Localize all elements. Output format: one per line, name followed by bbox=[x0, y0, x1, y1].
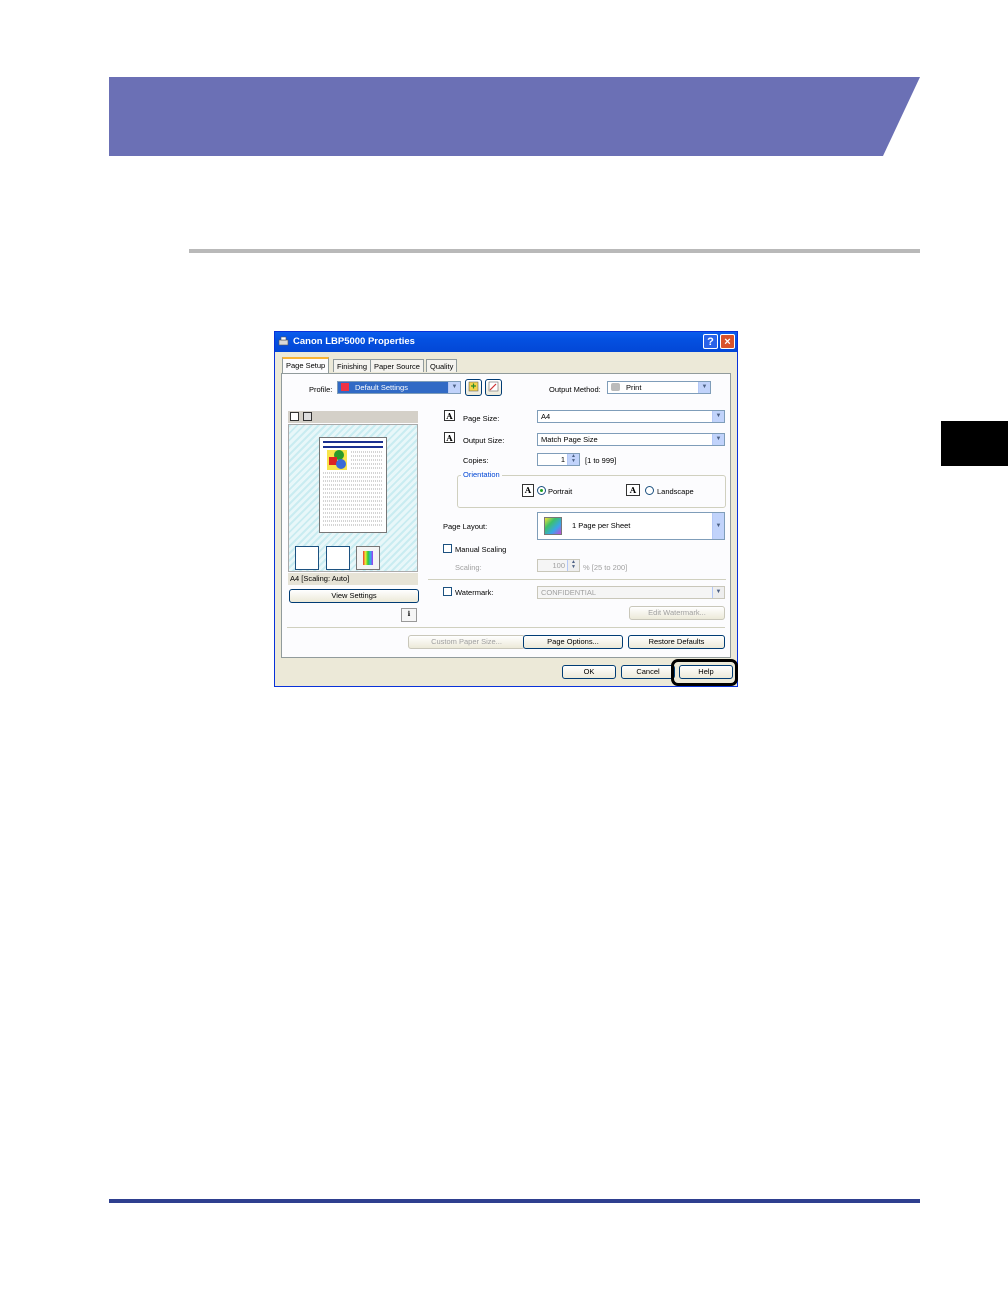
profile-label: Profile: bbox=[309, 385, 333, 394]
preview-toolbar bbox=[288, 411, 418, 423]
landscape-radio[interactable] bbox=[645, 486, 654, 495]
copies-label: Copies: bbox=[463, 456, 489, 465]
watermark-checkbox[interactable] bbox=[443, 587, 452, 596]
paper-stack-icon bbox=[295, 546, 319, 570]
output-size-icon: A bbox=[444, 432, 455, 443]
preview-page-image bbox=[319, 437, 387, 533]
pages-icon bbox=[326, 546, 350, 570]
output-size-value: Match Page Size bbox=[541, 435, 598, 444]
divider bbox=[287, 627, 725, 628]
printer-info-icon[interactable]: ℹ bbox=[401, 608, 417, 622]
page-preview bbox=[288, 424, 418, 572]
preview-caption: A4 [Scaling: Auto] bbox=[288, 573, 418, 585]
copies-stepper-icon[interactable]: ▲ ▼ bbox=[567, 454, 579, 465]
portrait-label: Portrait bbox=[548, 487, 573, 496]
landscape-icon: A bbox=[626, 484, 640, 496]
view-settings-button[interactable]: View Settings bbox=[289, 589, 419, 603]
help-button-highlight bbox=[671, 659, 738, 686]
output-method-label: Output Method: bbox=[549, 385, 601, 394]
landscape-label: Landscape bbox=[657, 487, 694, 496]
page-size-label: Page Size: bbox=[463, 414, 500, 423]
manual-scaling-checkbox[interactable] bbox=[443, 544, 452, 553]
section-header-banner bbox=[109, 77, 920, 156]
scaling-label: Scaling: bbox=[455, 563, 482, 572]
manual-scaling-label: Manual Scaling bbox=[455, 545, 507, 554]
chevron-down-icon: ▼ bbox=[712, 411, 724, 422]
output-method-value: Print bbox=[626, 383, 642, 392]
page-size-value: A4 bbox=[541, 412, 551, 421]
watermark-value: CONFIDENTIAL bbox=[541, 588, 597, 597]
chapter-tab-marker bbox=[941, 421, 1008, 466]
ok-button[interactable]: OK bbox=[562, 665, 616, 679]
tab-paper-source[interactable]: Paper Source bbox=[370, 359, 424, 372]
chevron-down-icon: ▼ bbox=[712, 513, 724, 539]
portrait-radio[interactable] bbox=[537, 486, 546, 495]
printer-properties-dialog: Canon LBP5000 Properties ? × Page Setup … bbox=[274, 331, 738, 687]
edit-profile-button[interactable] bbox=[485, 379, 502, 396]
output-size-select[interactable]: Match Page Size ▼ bbox=[537, 433, 725, 446]
section-divider bbox=[189, 249, 920, 253]
add-profile-icon bbox=[468, 381, 479, 392]
custom-paper-size-button[interactable]: Custom Paper Size... bbox=[408, 635, 525, 649]
page-layout-label: Page Layout: bbox=[443, 522, 488, 531]
cancel-button[interactable]: Cancel bbox=[621, 665, 675, 679]
scaling-range: % [25 to 200] bbox=[583, 563, 628, 572]
scaling-value: 100 bbox=[552, 561, 565, 570]
preview-mode-page-icon[interactable] bbox=[290, 412, 299, 421]
page-size-icon: A bbox=[444, 410, 455, 421]
color-page-icon bbox=[356, 546, 380, 570]
preview-mode-printer-icon[interactable] bbox=[303, 412, 312, 421]
footer-rule bbox=[109, 1199, 920, 1203]
title-help-button[interactable]: ? bbox=[703, 334, 718, 349]
scaling-input[interactable]: 100 ▲ ▼ bbox=[537, 559, 580, 572]
print-icon bbox=[611, 383, 620, 391]
chevron-down-icon: ▼ bbox=[712, 587, 724, 598]
dialog-title: Canon LBP5000 Properties bbox=[293, 336, 415, 347]
chevron-down-icon: ▼ bbox=[698, 382, 710, 393]
tab-quality[interactable]: Quality bbox=[426, 359, 458, 372]
portrait-icon: A bbox=[522, 484, 534, 497]
divider bbox=[428, 579, 726, 580]
tab-finishing[interactable]: Finishing bbox=[333, 359, 372, 372]
watermark-label: Watermark: bbox=[455, 588, 494, 597]
tab-page-setup[interactable]: Page Setup bbox=[282, 357, 330, 373]
edit-watermark-button[interactable]: Edit Watermark... bbox=[629, 606, 725, 620]
output-size-label: Output Size: bbox=[463, 436, 505, 445]
page-layout-value: 1 Page per Sheet bbox=[572, 521, 631, 530]
output-method-select[interactable]: Print ▼ bbox=[607, 381, 711, 394]
copies-range: [1 to 999] bbox=[585, 456, 617, 465]
chevron-down-icon: ▼ bbox=[448, 382, 460, 393]
dialog-titlebar: Canon LBP5000 Properties ? × bbox=[275, 332, 737, 352]
profile-select[interactable]: Default Settings ▼ bbox=[337, 381, 461, 394]
copies-input[interactable]: 1 ▲ ▼ bbox=[537, 453, 580, 466]
page-layout-select[interactable]: 1 Page per Sheet ▼ bbox=[537, 512, 725, 540]
restore-defaults-button[interactable]: Restore Defaults bbox=[628, 635, 725, 649]
chevron-down-icon: ▼ bbox=[712, 434, 724, 445]
page-layout-icon bbox=[544, 517, 562, 536]
title-close-button[interactable]: × bbox=[720, 334, 735, 349]
profile-value: Default Settings bbox=[355, 383, 408, 392]
copies-value: 1 bbox=[560, 455, 565, 464]
page-size-select[interactable]: A4 ▼ bbox=[537, 410, 725, 423]
page-options-button[interactable]: Page Options... bbox=[523, 635, 623, 649]
edit-profile-icon bbox=[488, 381, 499, 392]
scaling-stepper-icon[interactable]: ▲ ▼ bbox=[567, 560, 579, 571]
orientation-label: Orientation bbox=[461, 470, 502, 479]
add-profile-button[interactable] bbox=[465, 379, 482, 396]
printer-icon bbox=[278, 336, 289, 346]
profile-icon bbox=[341, 383, 349, 391]
watermark-select[interactable]: CONFIDENTIAL ▼ bbox=[537, 586, 725, 599]
